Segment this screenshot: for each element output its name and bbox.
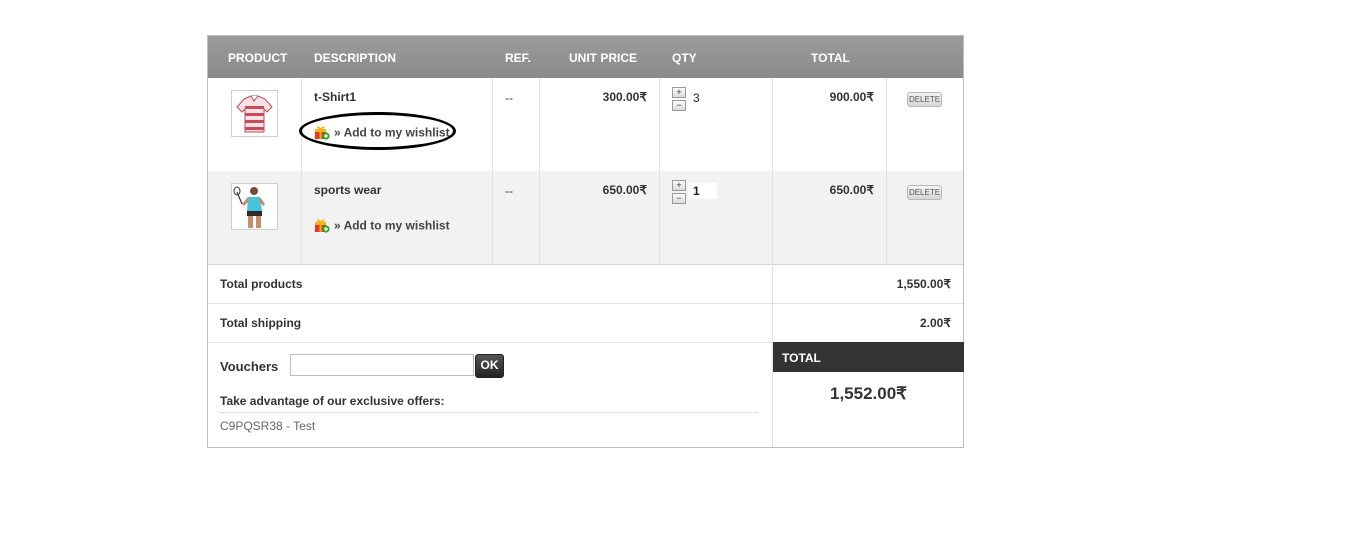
unit-price: 300.00₹ <box>602 90 647 104</box>
offer-item[interactable]: C9PQSR38 - Test <box>220 419 315 433</box>
grand-total-label: TOTAL <box>782 351 821 365</box>
qty-stepper: + − <box>672 180 686 206</box>
wishlist-text: » Add to my wishlist <box>334 125 450 140</box>
header-qty: QTY <box>672 51 697 65</box>
gift-icon <box>314 124 330 143</box>
qty-increase-button[interactable]: + <box>672 87 686 98</box>
grand-total-header: TOTAL <box>773 342 964 372</box>
sportswear-image[interactable] <box>231 183 278 230</box>
qty-decrease-button[interactable]: − <box>672 100 686 111</box>
product-ref: -- <box>505 184 513 198</box>
total-products-value: 1,550.00₹ <box>896 277 951 291</box>
product-name-link[interactable]: sports wear <box>314 183 381 197</box>
delete-button[interactable]: DELETE <box>907 185 942 200</box>
unit-price: 650.00₹ <box>602 183 647 197</box>
grand-total-box: TOTAL 1,552.00₹ <box>772 342 964 447</box>
add-to-wishlist-link[interactable]: » Add to my wishlist <box>314 124 450 143</box>
header-ref: REF. <box>505 51 532 65</box>
total-products-label: Total products <box>220 277 303 291</box>
qty-decrease-button[interactable]: − <box>672 193 686 204</box>
add-to-wishlist-link[interactable]: » Add to my wishlist <box>314 217 450 236</box>
gift-icon <box>314 217 330 236</box>
row-total: 900.00₹ <box>829 90 874 104</box>
product-ref: -- <box>505 91 513 105</box>
total-shipping-label: Total shipping <box>220 316 302 330</box>
qty-increase-button[interactable]: + <box>672 180 686 191</box>
quantity-input[interactable] <box>688 183 717 199</box>
header-total: TOTAL <box>811 51 850 65</box>
total-products-row: Total products 1,550.00₹ <box>208 264 963 304</box>
offers-title: Take advantage of our exclusive offers: <box>220 394 445 408</box>
cart-row: sports wear » Add to my wishlist -- 650.… <box>208 171 963 265</box>
cart-row: t-Shirt1 » Add to my wishlist -- 300.00₹… <box>208 78 963 171</box>
product-name-link[interactable]: t-Shirt1 <box>314 90 356 104</box>
header-product: PRODUCT <box>228 51 288 65</box>
voucher-section: Vouchers OK Take advantage of our exclus… <box>208 342 772 447</box>
qty-stepper: + − <box>672 87 686 113</box>
voucher-label: Vouchers <box>220 359 279 374</box>
shopping-cart-table: PRODUCT DESCRIPTION REF. UNIT PRICE QTY … <box>207 35 964 448</box>
total-shipping-row: Total shipping 2.00₹ <box>208 303 963 343</box>
delete-button[interactable]: DELETE <box>907 92 942 107</box>
offer-name: - Test <box>282 419 316 433</box>
row-total: 650.00₹ <box>829 183 874 197</box>
wishlist-text: » Add to my wishlist <box>334 218 450 233</box>
voucher-input[interactable] <box>290 354 474 376</box>
quantity-input[interactable] <box>688 90 717 106</box>
tshirt-image[interactable] <box>231 90 278 137</box>
total-shipping-value: 2.00₹ <box>920 316 951 330</box>
grand-total-value: 1,552.00₹ <box>830 384 907 403</box>
voucher-ok-button[interactable]: OK <box>475 354 504 378</box>
header-unit-price: UNIT PRICE <box>569 51 638 65</box>
header-description: DESCRIPTION <box>314 51 397 65</box>
cart-table-header: PRODUCT DESCRIPTION REF. UNIT PRICE QTY … <box>208 36 963 78</box>
offer-code: C9PQSR38 <box>220 419 283 433</box>
